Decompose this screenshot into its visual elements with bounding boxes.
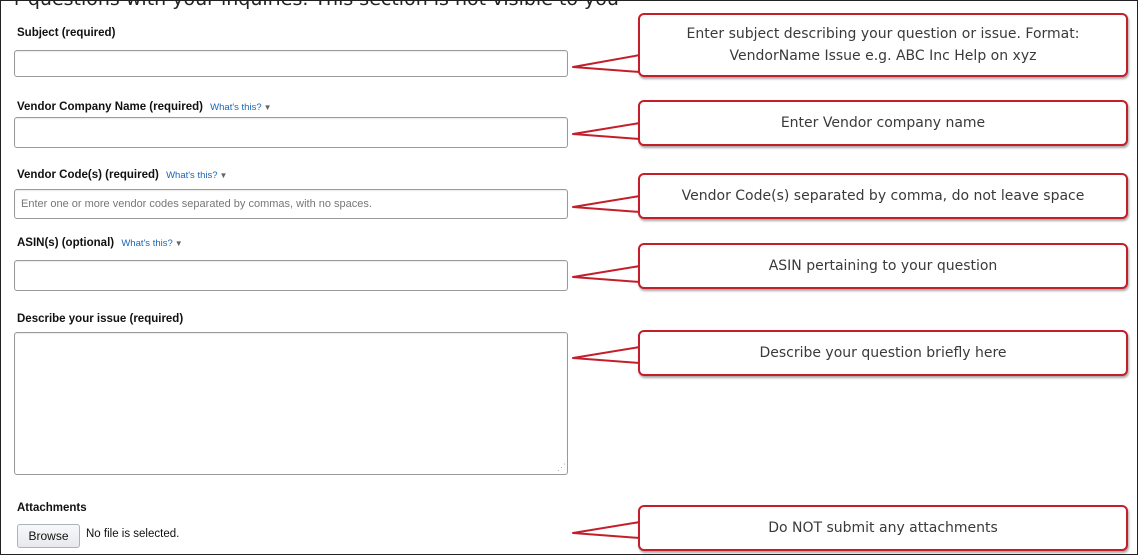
attachments-callout: Do NOT submit any attachments bbox=[638, 505, 1128, 551]
asins-pointer bbox=[572, 265, 641, 283]
vendor-company-callout: Enter Vendor company name bbox=[638, 100, 1128, 146]
vendor-codes-pointer bbox=[572, 195, 641, 213]
subject-callout: Enter subject describing your question o… bbox=[638, 13, 1128, 77]
vendor-company-pointer bbox=[572, 122, 641, 140]
asins-callout: ASIN pertaining to your question bbox=[638, 243, 1128, 289]
describe-callout: Describe your question briefly here bbox=[638, 330, 1128, 376]
attachments-pointer bbox=[572, 521, 641, 539]
describe-callout-text: Describe your question briefly here bbox=[759, 345, 1007, 361]
attachments-callout-text: Do NOT submit any attachments bbox=[768, 520, 998, 536]
vendor-codes-callout-text: Vendor Code(s) separated by comma, do no… bbox=[681, 188, 1085, 204]
subject-callout-line2: VendorName Issue e.g. ABC Inc Help on xy… bbox=[729, 48, 1037, 64]
vendor-company-callout-text: Enter Vendor company name bbox=[780, 115, 986, 131]
subject-pointer bbox=[572, 54, 641, 73]
describe-pointer bbox=[572, 346, 641, 364]
vendor-codes-callout: Vendor Code(s) separated by comma, do no… bbox=[638, 173, 1128, 219]
asins-callout-text: ASIN pertaining to your question bbox=[768, 258, 998, 274]
subject-callout-line1: Enter subject describing your question o… bbox=[686, 26, 1080, 42]
